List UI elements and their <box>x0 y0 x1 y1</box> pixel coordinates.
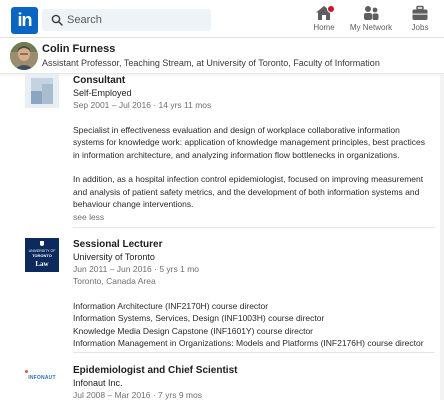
linkedin-logo[interactable]: in <box>11 7 38 34</box>
infonaut-logo[interactable]: INFONAUT <box>25 364 59 398</box>
course-line: Knowledge Media Design Capstone (INF1601… <box>73 325 314 336</box>
nav-home[interactable]: Home <box>308 5 340 35</box>
nav-my-network[interactable]: My Network <box>348 5 394 35</box>
briefcase-icon <box>412 5 428 20</box>
top-nav: in Home My Network Jobs <box>0 0 444 38</box>
nav-jobs-label: Jobs <box>411 23 429 32</box>
job-dates: Jun 2011 – Jun 2016 · 5 yrs 1 mo <box>73 264 200 274</box>
course-line: Information Management in Organizations:… <box>73 338 424 349</box>
see-less-link[interactable]: see less <box>73 211 433 223</box>
divider <box>73 352 435 353</box>
scrollbar-track[interactable] <box>440 74 444 400</box>
profile-header: Colin Furness Assistant Professor, Teach… <box>0 38 444 74</box>
profile-headline: Assistant Professor, Teaching Stream, at… <box>42 58 380 68</box>
company-name[interactable]: University of Toronto <box>73 251 433 263</box>
avatar-photo-icon <box>10 42 38 70</box>
search-input[interactable] <box>67 11 207 29</box>
search-box[interactable] <box>42 9 211 31</box>
job-title[interactable]: Sessional Lecturer <box>73 238 433 251</box>
notification-badge <box>327 5 335 13</box>
experience-item-epidemiologist: INFONAUT Epidemiologist and Chief Scient… <box>25 364 435 400</box>
job-dates: Jul 2008 – Mar 2016 · 7 yrs 9 mos <box>73 390 202 400</box>
divider <box>73 227 435 228</box>
job-description-paragraph: Specialist in effectiveness evaluation a… <box>73 125 425 160</box>
job-dates: Sep 2001 – Jul 2016 · 14 yrs 11 mos <box>73 100 212 110</box>
search-icon <box>51 14 63 26</box>
experience-item-sessional-lecturer: UNIVERSITY OF TORONTO Law Sessional Lect… <box>25 238 435 348</box>
uoft-law-logo[interactable]: UNIVERSITY OF TORONTO Law <box>25 238 59 272</box>
profile-name: Colin Furness <box>42 43 116 55</box>
nav-home-label: Home <box>313 23 335 32</box>
nav-jobs[interactable]: Jobs <box>405 5 435 35</box>
logo-caption-university: TORONTO <box>32 253 52 258</box>
company-name[interactable]: Self-Employed <box>73 87 433 99</box>
course-line: Information Architecture (INF2170H) cour… <box>73 301 269 311</box>
logo-wordmark: INFONAUT <box>28 375 56 381</box>
job-title[interactable]: Epidemiologist and Chief Scientist <box>73 364 433 377</box>
logo-dot-icon <box>25 370 28 373</box>
experience-item-consultant: Consultant Self-Employed Sep 2001 – Jul … <box>25 74 435 222</box>
job-title[interactable]: Consultant <box>73 74 433 87</box>
course-line: Information Systems, Services, Design (I… <box>73 313 325 324</box>
company-name[interactable]: Infonaut Inc. <box>73 377 433 389</box>
avatar[interactable] <box>10 42 38 70</box>
building-icon <box>25 74 59 108</box>
people-icon <box>364 6 379 20</box>
nav-my-network-label: My Network <box>349 23 393 32</box>
job-description-paragraph: In addition, as a hospital infection con… <box>73 174 424 210</box>
job-location: Toronto, Canada Area <box>73 276 156 286</box>
logo-caption-law: Law <box>35 260 49 268</box>
company-logo-placeholder <box>25 74 59 108</box>
